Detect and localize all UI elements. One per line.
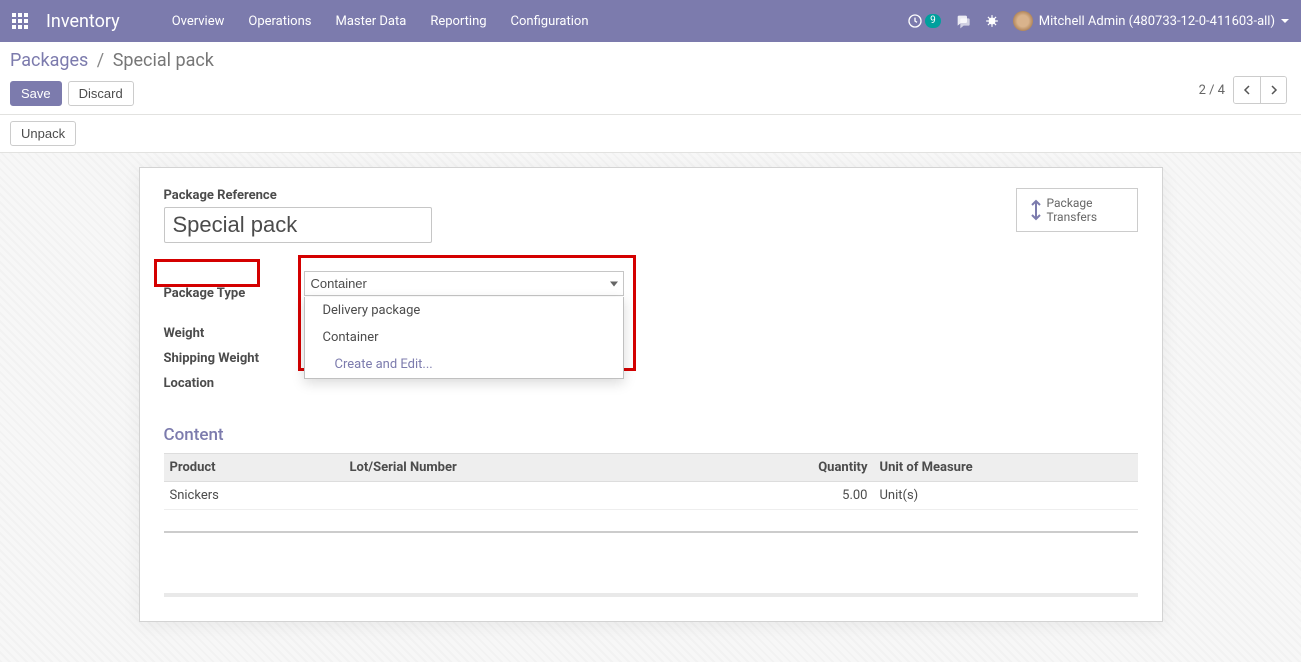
- control-panel: Packages / Special pack Save Discard 2 /…: [0, 42, 1301, 115]
- unpack-button[interactable]: Unpack: [10, 121, 76, 146]
- main-area: Package Transfers Package Reference Pack…: [0, 153, 1301, 662]
- dropdown-option-create-edit[interactable]: Create and Edit...: [305, 351, 623, 378]
- apps-icon[interactable]: [12, 13, 28, 29]
- activity-badge: 9: [925, 14, 941, 28]
- package-reference-label: Package Reference: [164, 188, 1138, 203]
- nav-menu-operations[interactable]: Operations: [236, 2, 323, 41]
- user-name: Mitchell Admin (480733-12-0-411603-all): [1039, 14, 1275, 29]
- label-shipping-weight: Shipping Weight: [164, 351, 304, 366]
- dropdown-option-container[interactable]: Container: [305, 324, 623, 351]
- chevron-down-icon[interactable]: [610, 281, 618, 286]
- nav-right: 9 Mitchell Admin (480733-12-0-411603-all…: [907, 11, 1289, 31]
- package-type-combo: Delivery package Container Create and Ed…: [304, 271, 624, 296]
- app-brand[interactable]: Inventory: [46, 11, 120, 32]
- table-row[interactable]: Snickers 5.00 Unit(s): [164, 482, 1138, 510]
- discuss-icon[interactable]: [955, 13, 971, 29]
- top-navbar: Inventory Overview Operations Master Dat…: [0, 0, 1301, 42]
- th-quantity: Quantity: [684, 454, 874, 482]
- value-package-type: Delivery package Container Create and Ed…: [304, 271, 664, 316]
- label-location: Location: [164, 376, 304, 391]
- user-menu[interactable]: Mitchell Admin (480733-12-0-411603-all): [1013, 11, 1289, 31]
- button-box-line2: Transfers: [1047, 210, 1098, 224]
- th-product: Product: [164, 454, 344, 482]
- nav-menu-master-data[interactable]: Master Data: [323, 2, 418, 41]
- cell-uom: Unit(s): [874, 482, 1138, 510]
- nav-menu: Overview Operations Master Data Reportin…: [160, 2, 601, 41]
- content-title: Content: [164, 425, 1138, 445]
- breadcrumb-separator: /: [97, 50, 104, 71]
- toolbar: Save Discard: [10, 81, 1291, 106]
- discard-button[interactable]: Discard: [68, 81, 134, 106]
- package-transfers-button[interactable]: Package Transfers: [1016, 188, 1138, 232]
- breadcrumb-current: Special pack: [113, 50, 214, 71]
- pager: 2 / 4: [1199, 76, 1287, 104]
- breadcrumb: Packages / Special pack: [10, 50, 1291, 71]
- th-uom: Unit of Measure: [874, 454, 1138, 482]
- cell-lot: [344, 482, 684, 510]
- th-lot: Lot/Serial Number: [344, 454, 684, 482]
- pager-prev-button[interactable]: [1234, 77, 1260, 103]
- label-package-type: Package Type: [164, 286, 304, 301]
- form-sheet: Package Transfers Package Reference Pack…: [139, 167, 1163, 622]
- chevron-down-icon: [1281, 19, 1289, 23]
- button-box-text: Package Transfers: [1047, 196, 1098, 224]
- nav-menu-configuration[interactable]: Configuration: [499, 2, 601, 41]
- breadcrumb-root[interactable]: Packages: [10, 50, 88, 71]
- cell-product: Snickers: [164, 482, 344, 510]
- pager-count[interactable]: 2 / 4: [1199, 83, 1225, 98]
- avatar: [1013, 11, 1033, 31]
- fields-grid: Package Type Delivery package Container …: [164, 271, 664, 391]
- package-type-input[interactable]: [304, 271, 624, 296]
- pager-buttons: [1233, 76, 1287, 104]
- activity-icon[interactable]: 9: [907, 13, 941, 29]
- transfers-icon: [1025, 198, 1047, 222]
- package-type-dropdown: Delivery package Container Create and Ed…: [304, 297, 624, 379]
- nav-menu-overview[interactable]: Overview: [160, 2, 237, 41]
- table-row-empty: [164, 510, 1138, 532]
- field-row-package-type: Package Type Delivery package Container …: [164, 271, 664, 316]
- button-box-line1: Package: [1047, 196, 1098, 210]
- save-button[interactable]: Save: [10, 81, 62, 106]
- pager-next-button[interactable]: [1260, 77, 1286, 103]
- label-weight: Weight: [164, 326, 304, 341]
- dropdown-option-delivery-package[interactable]: Delivery package: [305, 297, 623, 324]
- package-reference-input[interactable]: [164, 207, 432, 243]
- cell-quantity: 5.00: [684, 482, 874, 510]
- table-footer-rule: [164, 593, 1138, 597]
- nav-menu-reporting[interactable]: Reporting: [418, 2, 498, 41]
- debug-icon[interactable]: [985, 14, 999, 28]
- statusbar: Unpack: [0, 115, 1301, 153]
- content-table: Product Lot/Serial Number Quantity Unit …: [164, 453, 1138, 565]
